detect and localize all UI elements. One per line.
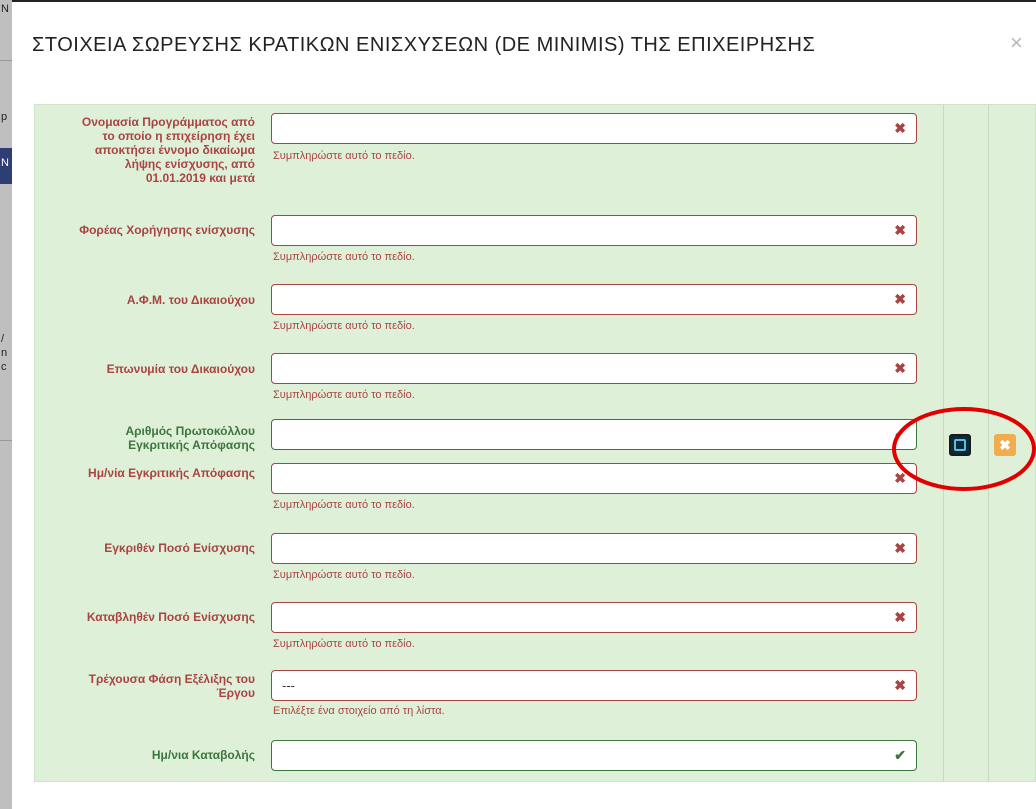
error-x-icon: ✖ [894,360,906,376]
field-label: Ημ/νια Καταβολής [39,748,255,762]
validation-message: Συμπληρώστε αυτό το πεδίο. [273,499,415,511]
bg-divider [0,440,12,441]
field-label-line: Α.Φ.Μ. του Δικαιούχου [126,293,255,307]
field-input[interactable]: ✖ [271,533,917,564]
error-x-icon: ✖ [894,291,906,307]
field-label-line: Αριθμός Πρωτοκόλλου [125,424,255,438]
background-page: N p N / n c [0,0,12,809]
modal-header: ΣΤΟΙΧΕΙΑ ΣΩΡΕΥΣΗΣ ΚΡΑΤΙΚΩΝ ΕΝΙΣΧΥΣΕΩΝ (D… [12,2,1036,90]
field-label-line: Εγκριτικής Απόφασης [128,438,255,452]
error-x-icon: ✖ [894,222,906,238]
field-label: Ονομασία Προγράμματος από το οποίο η επιχ… [39,115,255,185]
field-label: Εγκριθέν Ποσό Ενίσχυσης [39,541,255,555]
checkmark-icon: ✔ [894,747,906,763]
bg-text: p [1,111,8,123]
bg-divider [0,60,12,61]
validation-message: Συμπληρώστε αυτό το πεδίο. [273,320,415,332]
validation-message: Συμπληρώστε αυτό το πεδίο. [273,150,415,162]
modal-dialog: ΣΤΟΙΧΕΙΑ ΣΩΡΕΥΣΗΣ ΚΡΑΤΙΚΩΝ ΕΝΙΣΧΥΣΕΩΝ (D… [12,0,1036,809]
field-input[interactable]: ✖ [271,463,917,494]
field-label-line: Έργου [216,686,255,700]
field-label-line: το οποίο η επιχείρηση έχει [102,129,255,143]
field-input[interactable]: ✖ [271,353,917,384]
modal-title: ΣΤΟΙΧΕΙΑ ΣΩΡΕΥΣΗΣ ΚΡΑΤΙΚΩΝ ΕΝΙΣΧΥΣΕΩΝ (D… [32,34,816,56]
field-input[interactable]: ✖ [271,113,917,144]
validation-message: Συμπληρώστε αυτό το πεδίο. [273,638,415,650]
bg-text: / [1,333,5,345]
field-label-line: αποκτήσει έννομο δικαίωμα [94,143,255,157]
field-label: Φορέας Χορήγησης ενίσχυσης [39,223,255,237]
bg-text: N [1,3,9,15]
field-input[interactable]: ✔ [271,740,917,771]
error-x-icon: ✖ [894,120,906,136]
field-input[interactable]: ✖ [271,602,917,633]
field-label-line: Τρέχουσα Φάση Εξέλιξης του [88,672,255,686]
field-label-line: Καταβληθέν Ποσό Ενίσχυσης [86,610,255,624]
field-label-line: 01.01.2019 και μετά [145,171,255,185]
field-input[interactable]: ✔ [271,419,917,450]
error-x-icon: ✖ [894,540,906,556]
phase-select[interactable]: --- ✖ [271,670,917,701]
field-label: Α.Φ.Μ. του Δικαιούχου [39,293,255,307]
annotation-ellipse [892,407,1036,491]
field-label: Επωνυμία του Δικαιούχου [39,362,255,376]
validation-message: Συμπληρώστε αυτό το πεδίο. [273,389,415,401]
bg-text: N [1,157,9,169]
field-input[interactable]: ✖ [271,215,917,246]
field-label-line: Ημ/νια Καταβολής [151,748,255,762]
field-label-line: λήψης ενίσχυσης, από [124,157,255,171]
field-value: --- [282,678,295,693]
bg-text: n [1,347,8,359]
bg-text: c [1,361,7,373]
field-label-line: Επωνυμία του Δικαιούχου [106,362,255,376]
validation-message: Συμπληρώστε αυτό το πεδίο. [273,251,415,263]
field-input[interactable]: ✖ [271,284,917,315]
field-label-line: Ονομασία Προγράμματος από [81,115,255,129]
close-icon[interactable]: × [1010,32,1023,54]
field-label: Αριθμός Πρωτοκόλλου Εγκριτικής Απόφασης [39,424,255,452]
field-label-line: Εγκριθέν Ποσό Ενίσχυσης [104,541,255,555]
field-label: Καταβληθέν Ποσό Ενίσχυσης [39,610,255,624]
error-x-icon: ✖ [894,609,906,625]
error-x-icon: ✖ [894,677,906,693]
field-label-line: Φορέας Χορήγησης ενίσχυσης [79,223,255,237]
validation-message: Επιλέξτε ένα στοιχείο από τη λίστα. [273,705,445,717]
field-label: Ημ/νία Εγκριτικής Απόφασης [39,466,255,480]
validation-message: Συμπληρώστε αυτό το πεδίο. [273,569,415,581]
field-label: Τρέχουσα Φάση Εξέλιξης του Έργου [39,672,255,700]
field-label-line: Ημ/νία Εγκριτικής Απόφασης [88,466,255,480]
